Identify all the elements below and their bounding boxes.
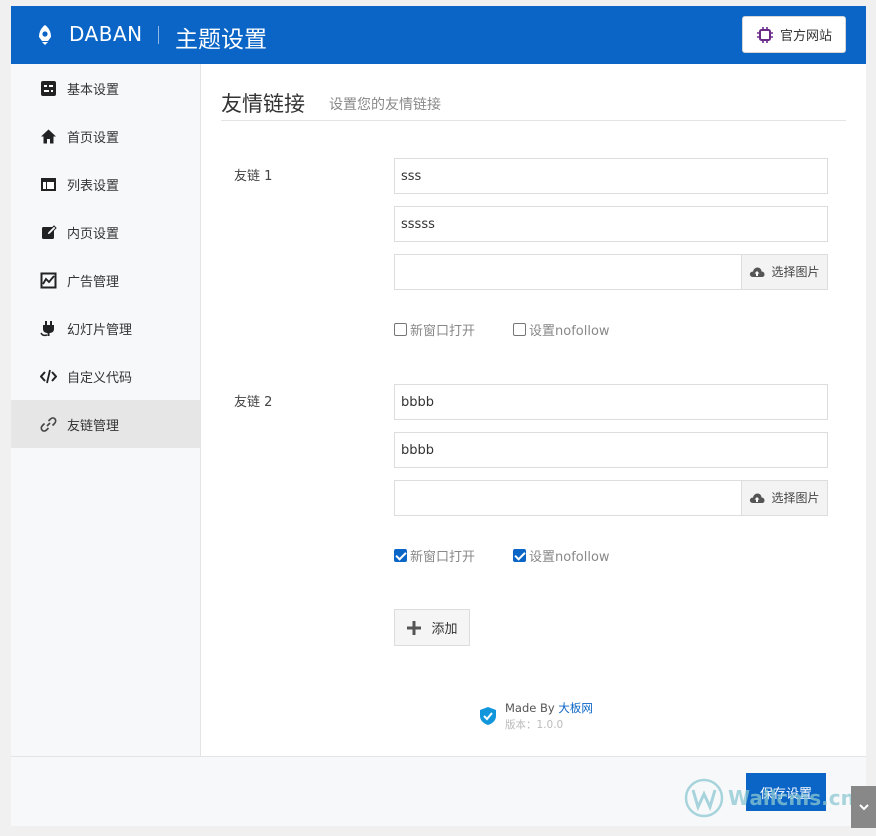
sidebar-item-page-settings[interactable]: 内页设置 — [11, 208, 200, 256]
sidebar-item-basic-settings[interactable]: 基本设置 — [11, 64, 200, 112]
chevron-down-icon — [858, 804, 869, 811]
sidebar-item-label: 广告管理 — [67, 274, 120, 290]
plug-icon — [40, 320, 57, 337]
settings-panel: DABAN 主题设置 官方网站 基本设置 首页设置 列表设置 内页设置 广告管理… — [11, 6, 866, 826]
checkbox-box[interactable] — [394, 549, 407, 562]
sidebar-item-label: 友链管理 — [67, 418, 120, 434]
rocket-icon — [39, 25, 51, 45]
settings-panel-icon — [40, 80, 57, 97]
sidebar-item-custom-code[interactable]: 自定义代码 — [11, 352, 200, 400]
link-2-upload-button[interactable]: 选择图片 — [741, 481, 827, 515]
sidebar-item-label: 自定义代码 — [67, 370, 133, 386]
link-2-name-input[interactable] — [394, 384, 828, 420]
scroll-down-button[interactable] — [851, 786, 876, 828]
watermark: Wallcms.cn — [684, 778, 855, 818]
link-1-name-input[interactable] — [394, 158, 828, 194]
official-site-button[interactable]: 官方网站 — [742, 16, 846, 53]
link-icon — [40, 416, 57, 433]
sidebar-item-home-settings[interactable]: 首页设置 — [11, 112, 200, 160]
cloud-upload-icon — [750, 493, 765, 503]
sidebar-item-label: 首页设置 — [67, 130, 120, 146]
chart-icon — [40, 272, 57, 289]
section-header: 友情链接 设置您的友情链接 — [221, 86, 846, 121]
checkbox-label: 新窗口打开 — [410, 324, 476, 339]
sidebar-item-slideshow-management[interactable]: 幻灯片管理 — [11, 304, 200, 352]
checkbox-label: 设置nofollow — [529, 550, 610, 565]
main-content: 友情链接 设置您的友情链接 友链 1 选择图片 新窗口打开 设置nofollow… — [202, 64, 866, 756]
link-2-label: 友链 2 — [234, 395, 273, 410]
link-1-label: 友链 1 — [234, 169, 273, 184]
link-1-upload-button[interactable]: 选择图片 — [741, 255, 827, 289]
top-bar: DABAN 主题设置 官方网站 — [11, 6, 866, 64]
link-1-new-window-checkbox[interactable]: 新窗口打开 — [394, 320, 475, 339]
link-1-url-input[interactable] — [394, 206, 828, 242]
checkbox-box[interactable] — [513, 549, 526, 562]
checkbox-label: 设置nofollow — [529, 324, 610, 339]
sidebar-item-ad-management[interactable]: 广告管理 — [11, 256, 200, 304]
home-icon — [40, 128, 57, 145]
link-2-url-input[interactable] — [394, 432, 828, 468]
section-title: 友情链接 — [221, 92, 305, 116]
sidebar-item-label: 基本设置 — [67, 82, 120, 98]
add-link-button[interactable]: 添加 — [394, 609, 470, 646]
sidebar-item-label: 幻灯片管理 — [67, 322, 133, 338]
sidebar-item-list-settings[interactable]: 列表设置 — [11, 160, 200, 208]
code-icon — [40, 368, 57, 385]
cloud-upload-icon — [750, 267, 765, 277]
brand-divider — [158, 26, 159, 44]
made-by-prefix: Made By — [505, 701, 555, 715]
layout-icon — [40, 176, 57, 193]
page-title: 主题设置 — [175, 27, 267, 53]
checkbox-label: 新窗口打开 — [410, 550, 476, 565]
sidebar-item-link-management[interactable]: 友链管理 — [11, 400, 200, 448]
link-2-new-window-checkbox[interactable]: 新窗口打开 — [394, 546, 475, 565]
link-1-image-field[interactable]: 选择图片 — [394, 254, 828, 290]
plus-icon — [407, 620, 422, 635]
edit-icon — [40, 224, 57, 241]
official-site-label: 官方网站 — [779, 29, 832, 44]
add-link-label: 添加 — [431, 622, 458, 637]
link-1-nofollow-checkbox[interactable]: 设置nofollow — [513, 320, 610, 339]
chip-icon — [756, 26, 773, 43]
sidebar: 基本设置 首页设置 列表设置 内页设置 广告管理 幻灯片管理 自定义代码 友链管… — [11, 64, 201, 756]
watermark-text: Wallcms.cn — [728, 786, 855, 810]
made-by-text: Made By 大板网 版本：1.0.0 — [505, 700, 593, 732]
author-link[interactable]: 大板网 — [558, 701, 593, 715]
link-2-image-field[interactable]: 选择图片 — [394, 480, 828, 516]
sidebar-item-label: 内页设置 — [67, 226, 120, 242]
shield-check-icon — [480, 707, 496, 725]
watermark-logo-icon — [684, 778, 724, 818]
brand-name: DABAN — [69, 22, 143, 46]
link-2-nofollow-checkbox[interactable]: 设置nofollow — [513, 546, 610, 565]
version-text: 版本：1.0.0 — [505, 719, 564, 731]
sidebar-item-label: 列表设置 — [67, 178, 120, 194]
section-subtitle: 设置您的友情链接 — [329, 97, 441, 113]
checkbox-box[interactable] — [394, 323, 407, 336]
upload-label: 选择图片 — [771, 265, 820, 279]
upload-label: 选择图片 — [771, 491, 820, 505]
made-by-line: Made By 大板网 — [505, 700, 593, 716]
checkbox-box[interactable] — [513, 323, 526, 336]
made-by: Made By 大板网 版本：1.0.0 — [479, 700, 593, 732]
